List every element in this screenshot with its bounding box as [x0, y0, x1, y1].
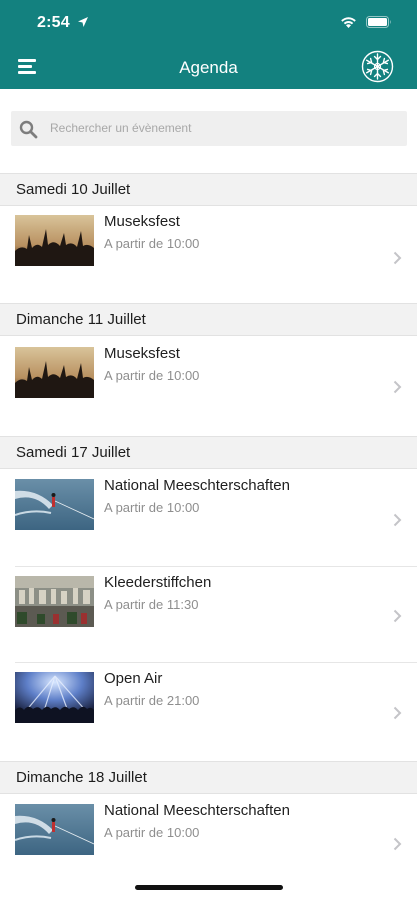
event-title: National Meeschterschaften	[104, 802, 290, 819]
wifi-icon	[341, 17, 356, 28]
event-title: Museksfest	[104, 345, 180, 362]
app-header: 2:54 Agenda	[0, 0, 417, 89]
event-title: Kleederstiffchen	[104, 574, 212, 591]
event-row[interactable]: National Meeschterschaften A partir de 1…	[0, 795, 417, 880]
chevron-right-icon	[393, 706, 402, 720]
search-placeholder: Rechercher un évènement	[50, 121, 192, 135]
page-title: Agenda	[179, 58, 238, 77]
snowflake-logo-icon[interactable]	[361, 50, 394, 83]
event-thumbnail-concert	[15, 347, 94, 398]
battery-icon	[366, 16, 391, 28]
section-header: Dimanche 11 Juillet	[0, 303, 417, 336]
event-time: A partir de 10:00	[104, 368, 200, 383]
section-header: Dimanche 18 Juillet	[0, 761, 417, 794]
section-date-label: Dimanche 11 Juillet	[16, 311, 146, 328]
event-time: A partir de 11:30	[104, 597, 199, 612]
event-thumbnail-concert	[15, 215, 94, 266]
event-time: A partir de 10:00	[104, 825, 200, 840]
event-row[interactable]: Museksfest A partir de 10:00	[0, 206, 417, 301]
event-row[interactable]: National Meeschterschaften A partir de 1…	[0, 470, 417, 567]
event-thumbnail-water-ski	[15, 479, 94, 530]
status-bar: 2:54	[0, 0, 417, 44]
location-arrow-icon	[78, 17, 88, 27]
chevron-right-icon	[393, 251, 402, 265]
event-title: Museksfest	[104, 213, 180, 230]
event-thumbnail-market	[15, 576, 94, 627]
chevron-right-icon	[393, 380, 402, 394]
event-title: Open Air	[104, 670, 163, 687]
search-area: Rechercher un évènement	[0, 89, 417, 169]
search-input[interactable]: Rechercher un évènement	[11, 111, 407, 146]
event-time: A partir de 10:00	[104, 500, 200, 515]
event-thumbnail-water-ski	[15, 804, 94, 855]
nav-bar: Agenda	[0, 44, 417, 89]
event-row[interactable]: Museksfest A partir de 10:00	[0, 338, 417, 434]
event-time: A partir de 21:00	[104, 693, 200, 708]
section-date-label: Samedi 10 Juillet	[16, 181, 131, 198]
chevron-right-icon	[393, 837, 402, 851]
chevron-right-icon	[393, 609, 402, 623]
status-time: 2:54	[37, 14, 70, 31]
section-date-label: Dimanche 18 Juillet	[16, 769, 147, 786]
event-time: A partir de 10:00	[104, 236, 200, 251]
search-icon	[19, 120, 38, 139]
event-title: National Meeschterschaften	[104, 477, 290, 494]
event-row[interactable]: Open Air A partir de 21:00	[0, 663, 417, 760]
section-date-label: Samedi 17 Juillet	[16, 444, 131, 461]
event-row[interactable]: Kleederstiffchen A partir de 11:30	[0, 567, 417, 663]
home-indicator[interactable]	[135, 885, 283, 890]
event-thumbnail-stage	[15, 672, 94, 723]
section-header: Samedi 10 Juillet	[0, 173, 417, 206]
chevron-right-icon	[393, 513, 402, 527]
section-header: Samedi 17 Juillet	[0, 436, 417, 469]
